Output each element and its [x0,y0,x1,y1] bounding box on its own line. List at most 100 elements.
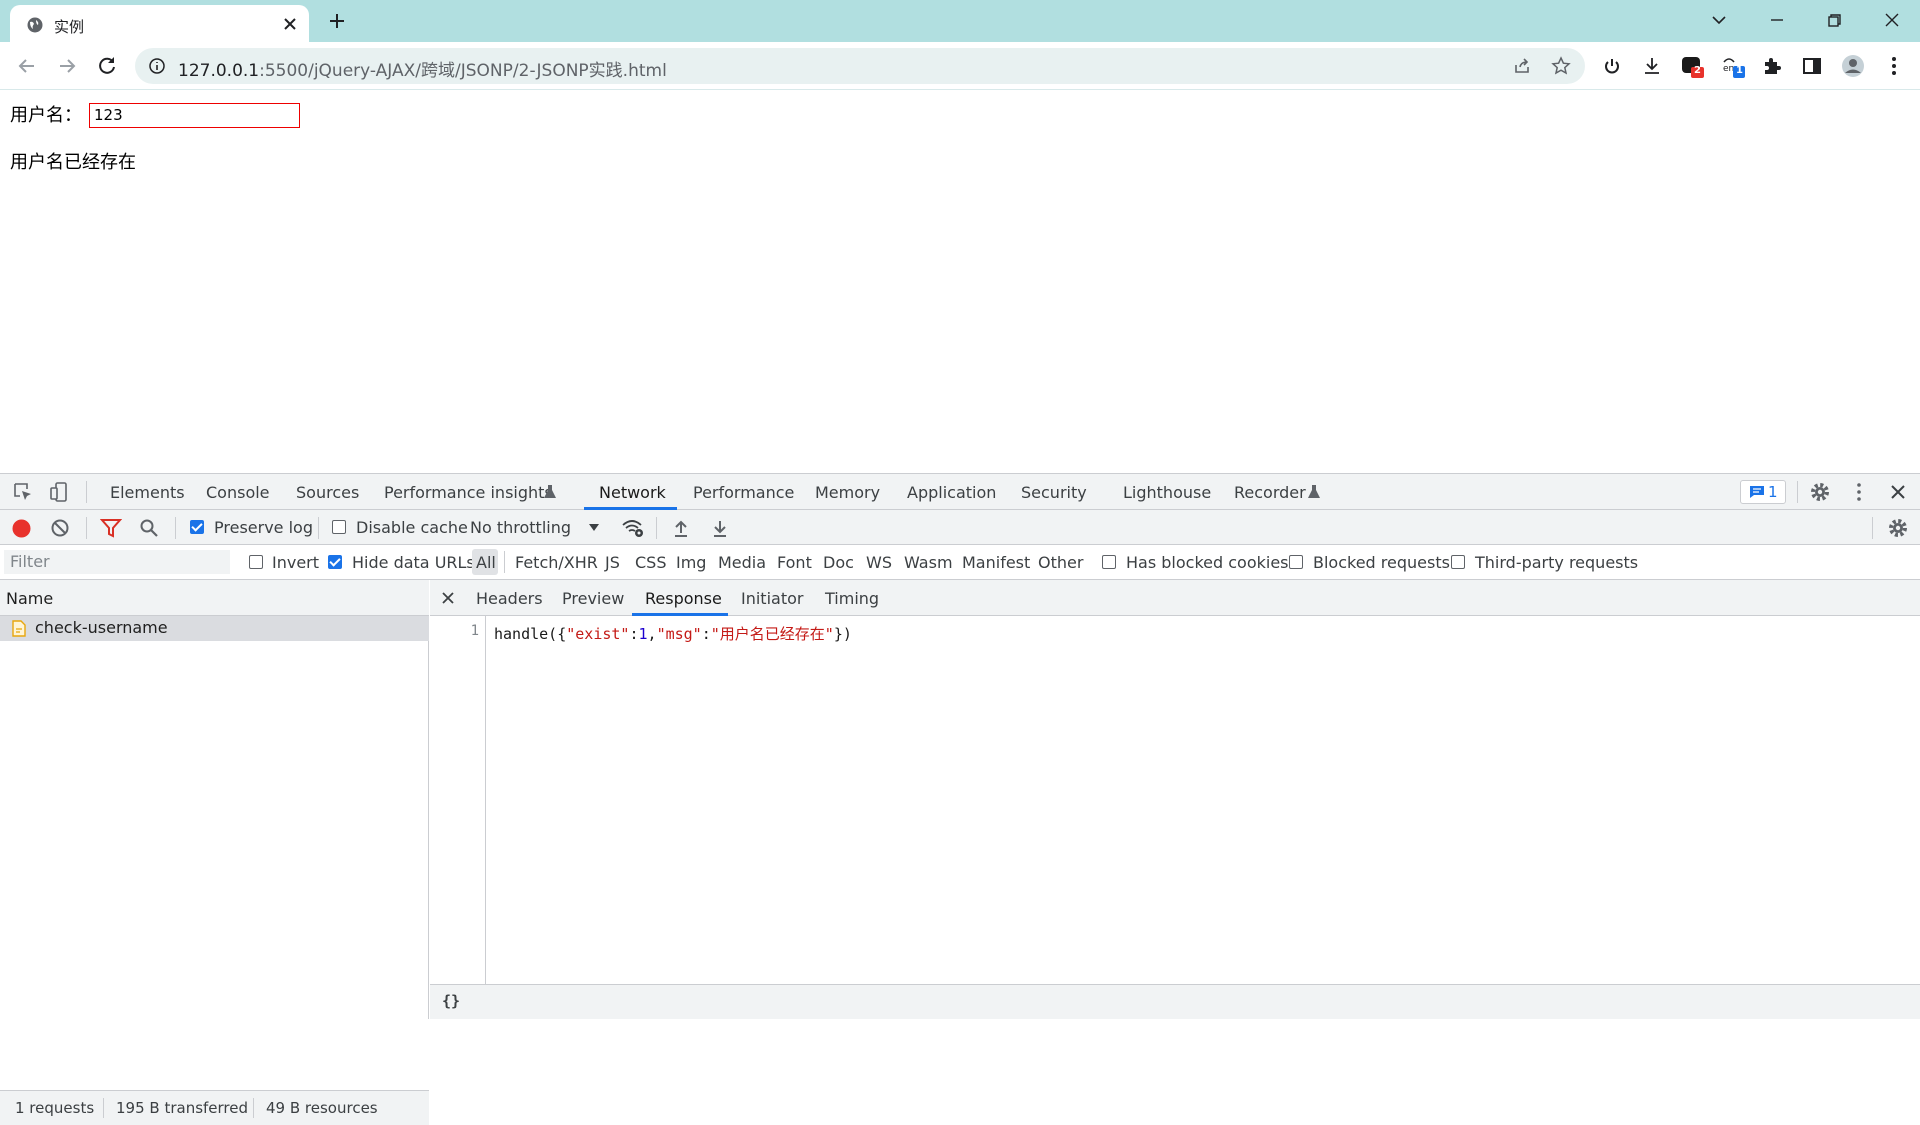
pretty-print-button[interactable]: {} [442,992,460,1010]
tab-security[interactable]: Security [1021,483,1087,502]
filter-type-font[interactable]: Font [777,553,812,572]
device-toolbar-icon[interactable] [48,481,70,503]
network-settings-gear-icon[interactable] [1887,517,1909,539]
tab-memory[interactable]: Memory [815,483,880,502]
tab-application[interactable]: Application [907,483,996,502]
address-bar[interactable]: 127.0.0.1:5500/jQuery-AJAX/跨域/JSONP/2-JS… [135,48,1585,84]
side-panel-icon[interactable] [1800,54,1824,78]
power-icon[interactable] [1600,54,1624,78]
response-code[interactable]: handle({"exist":1,"msg":"用户名已经存在"}) [494,623,852,644]
username-label: 用户名： [10,105,82,126]
code-suffix: }) [833,625,852,643]
tab-elements[interactable]: Elements [110,483,185,502]
tab-recorder[interactable]: Recorder [1234,483,1306,502]
tab-console[interactable]: Console [206,483,270,502]
active-detail-tab-indicator [632,613,728,616]
network-filter-bar: Filter Invert Hide data URLs All Fetch/X… [0,545,1920,580]
back-arrow-icon[interactable] [15,54,39,78]
share-icon[interactable] [1512,56,1532,76]
status-separator [253,1098,254,1118]
tab-sources[interactable]: Sources [296,483,359,502]
settings-gear-icon[interactable] [1809,481,1831,503]
extension-badge-icon[interactable]: 2 [1680,54,1704,78]
new-tab-icon[interactable] [327,11,347,31]
devtools-panel: Elements Console Sources Performance ins… [0,473,1920,1125]
filter-type-manifest[interactable]: Manifest [962,553,1030,572]
minimize-icon[interactable] [1765,8,1789,32]
forward-arrow-icon[interactable] [55,54,79,78]
disable-cache-checkbox[interactable] [332,520,346,534]
tab-performance-insights[interactable]: Performance insights [384,483,553,502]
filter-type-wasm[interactable]: Wasm [904,553,953,572]
profile-avatar-icon[interactable] [1841,54,1865,78]
search-icon[interactable] [139,518,159,538]
filter-type-other[interactable]: Other [1038,553,1083,572]
filter-funnel-icon[interactable] [100,518,122,538]
browser-menu-icon[interactable] [1882,54,1906,78]
toolbar-separator [656,517,657,539]
filter-type-fetch-xhr[interactable]: Fetch/XHR [515,553,598,572]
network-conditions-icon[interactable] [621,518,645,538]
inspect-element-icon[interactable] [12,481,34,503]
tab-lighthouse[interactable]: Lighthouse [1123,483,1211,502]
blocked-cookies-checkbox[interactable] [1102,555,1116,569]
clear-icon[interactable] [50,518,70,538]
invert-label: Invert [272,553,320,572]
restore-icon[interactable] [1822,8,1846,32]
invert-checkbox[interactable] [249,555,263,569]
close-devtools-icon[interactable] [1887,481,1909,503]
requests-count: 1 requests [15,1099,95,1117]
blocked-requests-checkbox[interactable] [1289,555,1303,569]
filter-type-img[interactable]: Img [676,553,706,572]
hide-data-urls-label: Hide data URLs [352,553,475,572]
close-detail-icon[interactable] [441,591,455,605]
filter-input[interactable]: Filter [4,550,230,574]
recorder-flask-icon [1307,484,1321,500]
third-party-checkbox[interactable] [1451,555,1465,569]
filter-type-ws[interactable]: WS [866,553,892,572]
dropdown-triangle-icon[interactable] [588,523,600,533]
tab-close-icon[interactable] [280,14,300,34]
browser-tab[interactable]: 实例 [10,5,309,43]
tab-response[interactable]: Response [645,589,722,608]
issues-counter-button[interactable]: 1 [1740,480,1786,504]
translate-extension-icon[interactable]: en 1 [1721,54,1745,78]
tab-preview[interactable]: Preview [562,589,624,608]
script-file-icon [12,620,26,637]
tab-timing[interactable]: Timing [825,589,879,608]
blocked-cookies-label: Has blocked cookies [1126,553,1289,572]
preserve-log-checkbox[interactable] [190,520,204,534]
table-row[interactable]: check-username [0,616,429,641]
toolbar-separator [86,517,87,539]
tab-performance[interactable]: Performance [693,483,794,502]
import-har-icon[interactable] [672,518,690,538]
filter-type-css[interactable]: CSS [635,553,666,572]
request-list-header[interactable]: Name [0,580,429,616]
line-number: 1 [470,623,479,639]
filter-type-media[interactable]: Media [718,553,766,572]
username-input[interactable]: 123 [89,103,300,128]
request-name: check-username [35,618,168,637]
tab-separator [86,481,87,503]
devtools-tab-bar: Elements Console Sources Performance ins… [0,474,1920,510]
filter-type-all[interactable]: All [476,553,496,572]
reload-icon[interactable] [95,54,119,78]
tab-headers[interactable]: Headers [476,589,543,608]
download-icon[interactable] [1640,54,1664,78]
filter-type-doc[interactable]: Doc [823,553,854,572]
tab-network[interactable]: Network [599,483,666,502]
hide-data-urls-checkbox[interactable] [328,555,342,569]
extensions-puzzle-icon[interactable] [1760,54,1784,78]
throttling-select[interactable]: No throttling [470,518,571,537]
bookmark-star-icon[interactable] [1551,56,1571,76]
line-number-gutter: 1 [430,616,486,984]
close-window-icon[interactable] [1880,8,1904,32]
record-button[interactable] [12,519,31,538]
devtools-menu-icon[interactable] [1848,481,1870,503]
url-text[interactable]: 127.0.0.1:5500/jQuery-AJAX/跨域/JSONP/2-JS… [178,56,667,81]
site-info-icon[interactable] [148,57,166,75]
filter-type-js[interactable]: JS [605,553,620,572]
tab-search-chevron-icon[interactable] [1707,8,1731,32]
tab-initiator[interactable]: Initiator [741,589,803,608]
export-har-icon[interactable] [711,518,729,538]
